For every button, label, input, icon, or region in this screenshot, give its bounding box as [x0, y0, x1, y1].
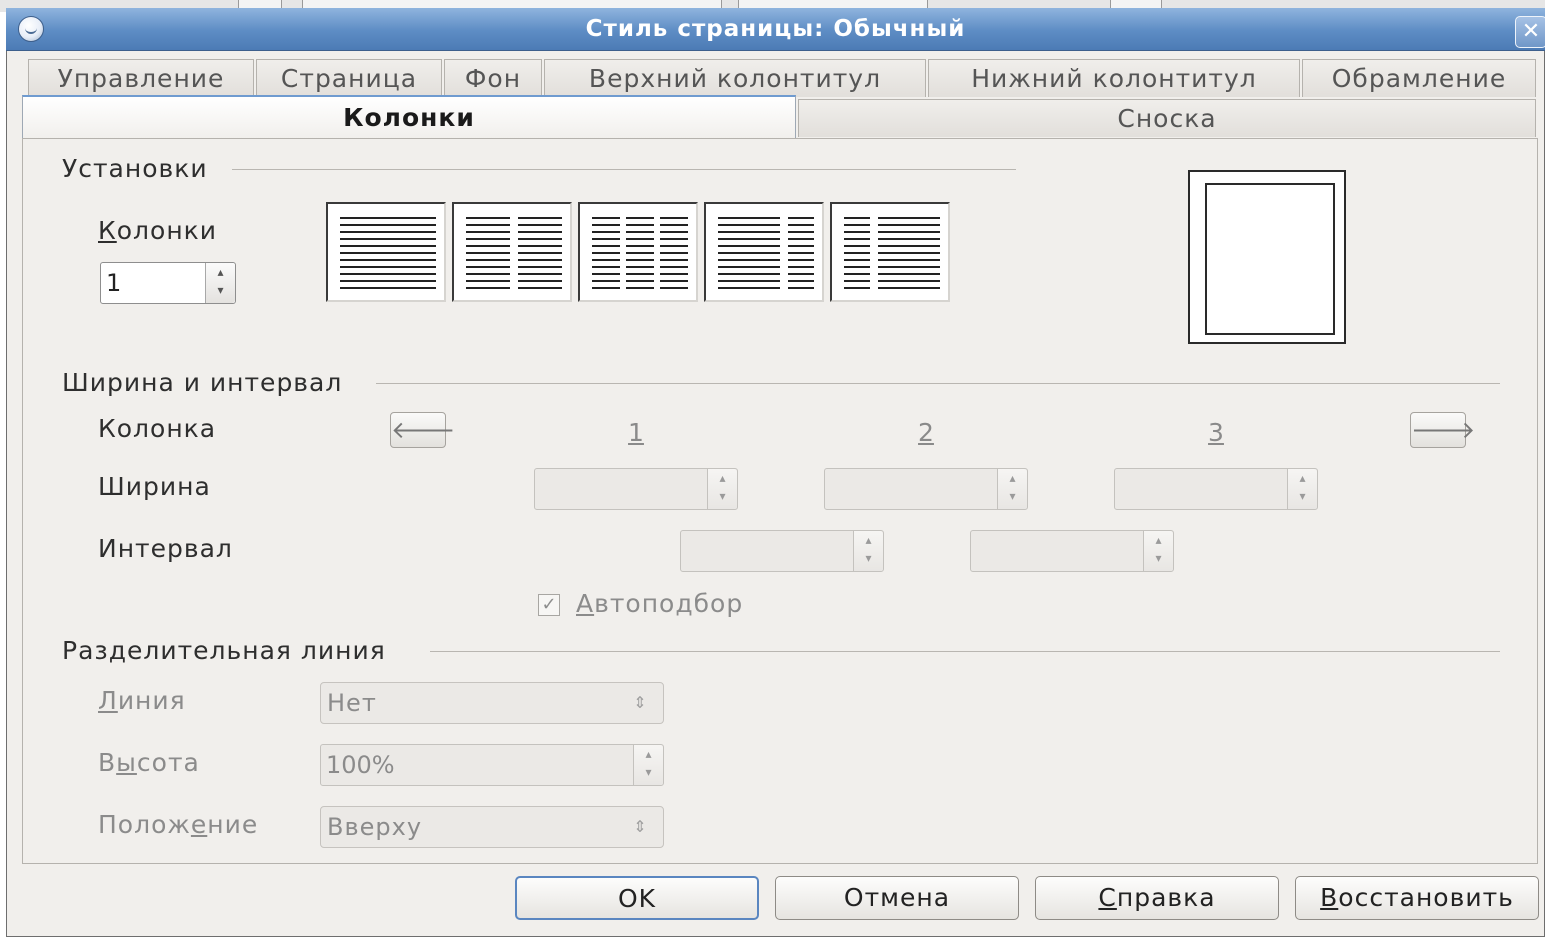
tab-background[interactable]: Фон — [444, 59, 542, 97]
reset-button-rest: осстановить — [1338, 883, 1514, 912]
spinner-arrows-icon[interactable]: ▴ ▾ — [707, 469, 737, 509]
dialog-title: Стиль страницы: Обычный — [585, 16, 966, 42]
column-number-2: 2 — [918, 418, 934, 447]
spinner-arrows-icon[interactable]: ▴ ▾ — [853, 531, 883, 571]
position-label: Положение — [98, 810, 259, 839]
left-wide-columns-lines-icon — [718, 217, 814, 289]
preset-three-columns[interactable] — [578, 202, 698, 302]
line-label: Линия — [98, 686, 186, 715]
width-spinner-2[interactable]: ▴ ▾ — [824, 468, 1028, 510]
line-type-value: Нет — [327, 689, 377, 717]
columns-count-value[interactable]: 1 — [106, 263, 121, 303]
line-label-rest: иния — [117, 686, 186, 715]
arrow-right-icon: 🡒 — [1411, 416, 1476, 444]
left-arrow-button[interactable]: 🡐 — [390, 412, 455, 448]
height-label-rest: сота — [136, 748, 200, 777]
line-type-select[interactable]: Нет ⇕ — [320, 682, 664, 724]
preset-left-wide-columns[interactable] — [704, 202, 824, 302]
separator-section-line — [430, 651, 1500, 652]
settings-section-title: Установки — [62, 154, 208, 183]
arrow-left-icon: 🡐 — [391, 416, 456, 444]
preset-two-columns[interactable] — [452, 202, 572, 302]
page-preview-column — [1205, 183, 1335, 335]
spinner-arrows-icon[interactable]: ▴ ▾ — [205, 263, 235, 303]
width-spacing-separator — [376, 383, 1500, 384]
spinner-arrows-icon[interactable]: ▴ ▾ — [997, 469, 1027, 509]
tab-page[interactable]: Страница — [256, 59, 442, 97]
tab-management[interactable]: Управление — [28, 59, 254, 97]
cancel-button[interactable]: Отмена — [775, 876, 1019, 920]
width-label: Ширина — [98, 472, 211, 501]
two-columns-lines-icon — [466, 217, 562, 289]
position-value: Вверху — [327, 813, 423, 841]
checkmark-icon: ✓ — [541, 594, 557, 615]
tab-columns[interactable]: Колонки — [22, 95, 796, 139]
spacing-label: Интервал — [98, 534, 233, 563]
width-spacing-section-title: Ширина и интервал — [62, 368, 343, 397]
one-column-lines-icon — [340, 217, 436, 289]
tab-footer[interactable]: Нижний колонтитул — [928, 59, 1300, 97]
preset-one-column[interactable] — [326, 202, 446, 302]
column-label: Колонка — [98, 414, 217, 443]
position-label-rest: ние — [207, 810, 259, 839]
width-spinner-3[interactable]: ▴ ▾ — [1114, 468, 1318, 510]
page-preview — [1188, 170, 1346, 344]
updown-chevron-icon: ⇕ — [633, 817, 647, 836]
height-label: Высота — [98, 748, 200, 777]
columns-count-spinner[interactable]: 1 ▴ ▾ — [100, 262, 236, 304]
columns-label-rest: олонки — [116, 216, 218, 245]
height-value: 100% — [326, 751, 395, 779]
settings-separator — [232, 169, 1016, 170]
reset-button[interactable]: Восстановить — [1295, 876, 1539, 920]
close-icon[interactable]: ✕ — [1515, 16, 1545, 48]
spacing-spinner-1[interactable]: ▴ ▾ — [680, 530, 884, 572]
spinner-arrows-icon[interactable]: ▴ ▾ — [633, 745, 663, 785]
help-button[interactable]: Справка — [1035, 876, 1279, 920]
right-wide-columns-lines-icon — [844, 217, 940, 289]
preset-right-wide-columns[interactable] — [830, 202, 950, 302]
updown-chevron-icon: ⇕ — [633, 693, 647, 712]
autofit-label: Автоподбор — [576, 589, 744, 618]
right-arrow-button[interactable]: 🡒 — [1410, 412, 1475, 448]
spacing-spinner-2[interactable]: ▴ ▾ — [970, 530, 1174, 572]
columns-label: Колонки — [98, 216, 218, 245]
dialog-titlebar[interactable]: Стиль страницы: Обычный ✕ — [6, 8, 1545, 51]
tab-borders[interactable]: Обрамление — [1302, 59, 1536, 97]
autofit-checkbox[interactable]: ✓ — [538, 594, 560, 616]
tab-footnote[interactable]: Сноска — [798, 99, 1536, 137]
separator-section-title: Разделительная линия — [62, 636, 386, 665]
help-button-rest: правка — [1116, 883, 1216, 912]
three-columns-lines-icon — [592, 217, 688, 289]
autofit-label-rest: втоподбор — [594, 589, 744, 618]
spinner-arrows-icon[interactable]: ▴ ▾ — [1287, 469, 1317, 509]
tab-header[interactable]: Верхний колонтитул — [544, 59, 926, 97]
column-number-3: 3 — [1208, 418, 1224, 447]
ok-button[interactable]: OK — [515, 876, 759, 920]
spinner-arrows-icon[interactable]: ▴ ▾ — [1143, 531, 1173, 571]
position-select[interactable]: Вверху ⇕ — [320, 806, 664, 848]
height-spinner[interactable]: 100% ▴ ▾ — [320, 744, 664, 786]
width-spinner-1[interactable]: ▴ ▾ — [534, 468, 738, 510]
column-number-1: 1 — [628, 418, 644, 447]
